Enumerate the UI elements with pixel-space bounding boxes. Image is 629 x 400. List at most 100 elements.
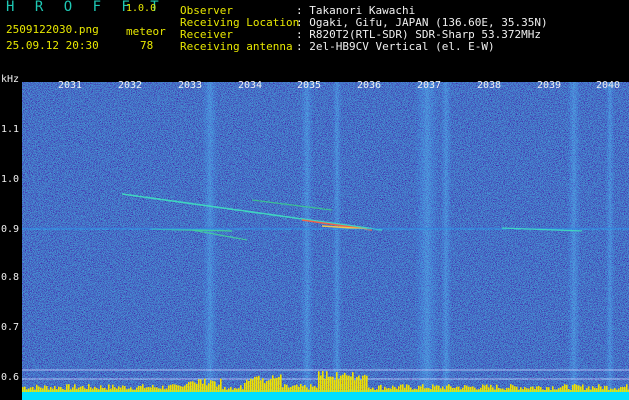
time-tick-label: 2037 bbox=[417, 80, 442, 91]
level-bar bbox=[582, 384, 584, 392]
level-bar bbox=[554, 389, 556, 392]
level-bar bbox=[294, 385, 296, 392]
y-unit-label: kHz bbox=[1, 74, 20, 85]
level-bar bbox=[324, 378, 326, 392]
level-bar bbox=[430, 389, 432, 392]
level-bar bbox=[298, 386, 300, 392]
level-bar bbox=[432, 384, 434, 392]
interference-band bbox=[605, 82, 615, 400]
interference-band bbox=[332, 82, 342, 400]
level-bar bbox=[138, 385, 140, 392]
interference-band bbox=[202, 82, 218, 400]
level-bar bbox=[210, 380, 212, 392]
spectrogram bbox=[22, 82, 629, 400]
level-bar bbox=[428, 388, 430, 392]
level-bar bbox=[144, 388, 146, 392]
level-bar bbox=[196, 383, 198, 392]
level-bar bbox=[382, 389, 384, 392]
level-bar bbox=[46, 386, 48, 392]
level-bar bbox=[48, 389, 50, 392]
level-bar bbox=[64, 389, 66, 392]
level-bar bbox=[454, 387, 456, 392]
level-bar bbox=[404, 387, 406, 392]
level-bar bbox=[316, 387, 318, 392]
level-bar bbox=[182, 386, 184, 392]
interference-band bbox=[440, 82, 452, 400]
level-bar bbox=[358, 375, 360, 392]
level-bar bbox=[580, 386, 582, 392]
level-bar bbox=[204, 378, 206, 392]
level-bar bbox=[326, 371, 328, 392]
level-bar bbox=[594, 387, 596, 392]
time-tick-label: 2031 bbox=[58, 80, 83, 91]
level-bar bbox=[384, 386, 386, 392]
level-bar bbox=[160, 388, 162, 392]
level-bar bbox=[604, 385, 606, 392]
level-bar bbox=[292, 385, 294, 392]
level-bar bbox=[124, 386, 126, 392]
level-bar bbox=[422, 384, 424, 392]
level-bar bbox=[44, 385, 46, 392]
level-bar bbox=[544, 389, 546, 392]
level-bar bbox=[542, 389, 544, 392]
level-bar bbox=[380, 384, 382, 392]
level-bar bbox=[612, 389, 614, 392]
level-bar bbox=[128, 388, 130, 392]
level-bar bbox=[42, 388, 44, 392]
level-bar bbox=[100, 385, 102, 392]
level-bar bbox=[406, 384, 408, 392]
level-bar bbox=[602, 389, 604, 392]
level-bar bbox=[172, 384, 174, 392]
level-bar bbox=[114, 387, 116, 392]
level-bar bbox=[284, 384, 286, 392]
level-bar bbox=[448, 384, 450, 392]
level-bar bbox=[600, 386, 602, 392]
level-bar bbox=[248, 380, 250, 392]
level-bar bbox=[592, 386, 594, 392]
level-bar bbox=[474, 387, 476, 392]
filename: 2509122030.png bbox=[6, 23, 99, 36]
level-bar bbox=[394, 387, 396, 392]
level-bar bbox=[80, 386, 82, 392]
level-bar bbox=[356, 377, 358, 392]
level-bar bbox=[66, 384, 68, 392]
level-bar bbox=[400, 384, 402, 392]
level-bar bbox=[452, 387, 454, 392]
level-bar bbox=[618, 388, 620, 392]
level-bar bbox=[446, 385, 448, 392]
level-bar bbox=[268, 380, 270, 392]
level-bar bbox=[510, 384, 512, 392]
level-bar bbox=[218, 384, 220, 392]
level-bar bbox=[260, 380, 262, 392]
level-bar bbox=[622, 386, 624, 392]
level-bar bbox=[532, 386, 534, 392]
level-bar bbox=[476, 389, 478, 392]
level-bar bbox=[402, 384, 404, 392]
y-tick-label: 1.0 bbox=[1, 174, 20, 185]
level-bar bbox=[246, 379, 248, 392]
level-bar bbox=[460, 389, 462, 392]
level-bar bbox=[322, 370, 324, 392]
level-bar bbox=[456, 386, 458, 392]
level-bar bbox=[220, 378, 222, 392]
time-tick-label: 2039 bbox=[537, 80, 562, 91]
level-bar bbox=[126, 389, 128, 392]
level-bar bbox=[104, 387, 106, 392]
interference-band bbox=[300, 82, 314, 400]
level-bar bbox=[504, 389, 506, 392]
level-bar bbox=[514, 386, 516, 392]
level-bar bbox=[564, 384, 566, 392]
app-version: 1.0.0 bbox=[126, 3, 157, 14]
level-bar bbox=[70, 389, 72, 392]
level-bar bbox=[464, 385, 466, 392]
level-bar bbox=[588, 386, 590, 392]
level-bar bbox=[236, 388, 238, 392]
level-bar bbox=[334, 379, 336, 392]
y-tick-label: 0.9 bbox=[1, 224, 20, 235]
level-bar bbox=[226, 389, 228, 392]
time-tick-label: 2038 bbox=[477, 80, 502, 91]
level-bar bbox=[378, 385, 380, 392]
level-bar bbox=[146, 387, 148, 392]
time-tick-label: 2040 bbox=[596, 80, 621, 91]
level-bar bbox=[308, 389, 310, 392]
